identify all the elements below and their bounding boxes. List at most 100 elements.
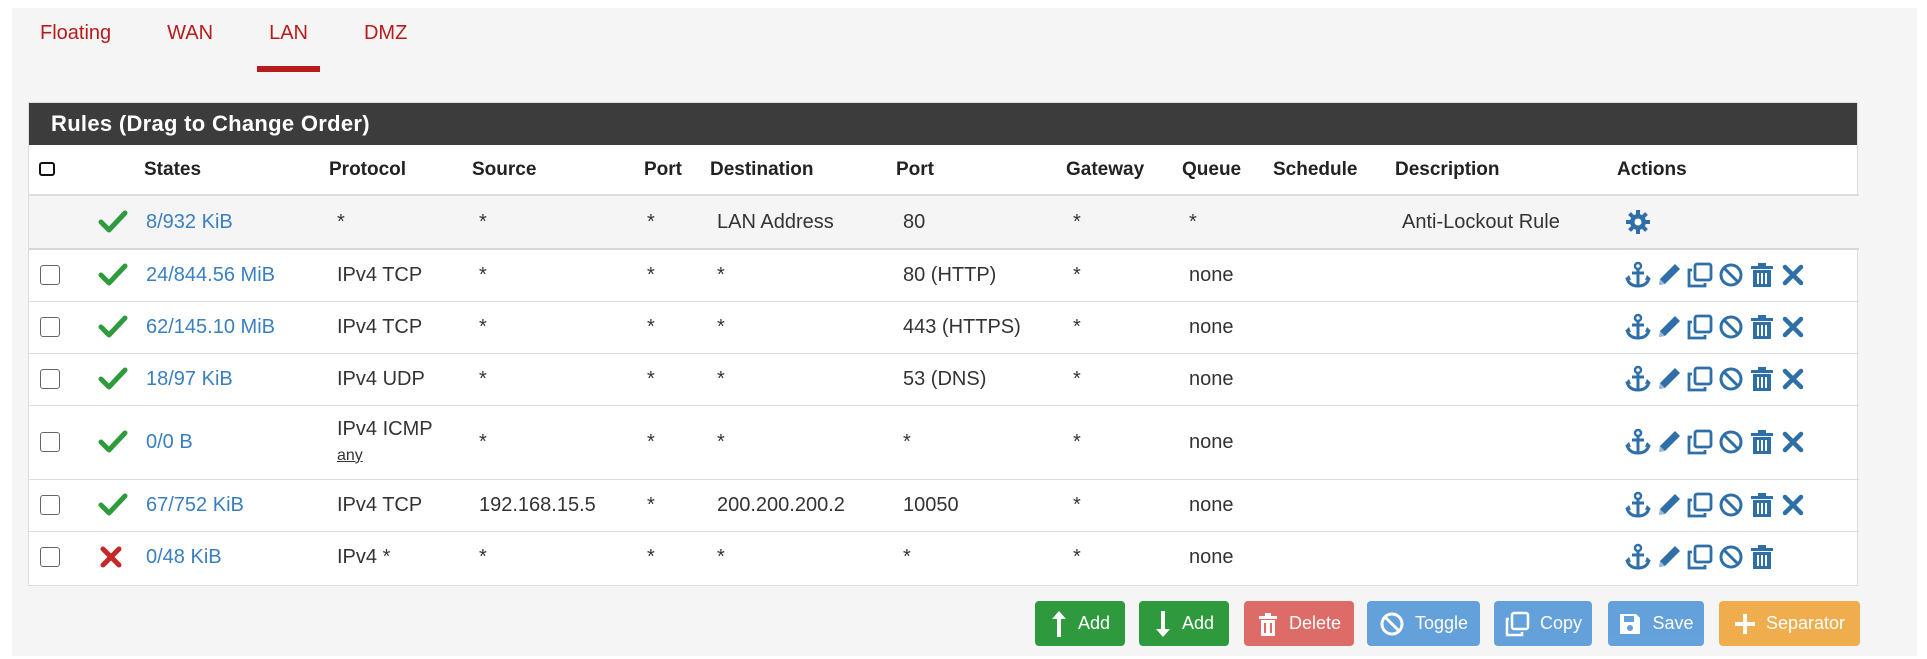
table-row[interactable]: 62/145.10 MiB IPv4 TCP * * * 443 (HTTPS) * none <box>29 300 1859 353</box>
table-row[interactable]: 0/0 B IPv4 ICMP any * * * * * none <box>29 404 1859 479</box>
destination-value: * <box>717 545 725 568</box>
table-row[interactable]: 18/97 KiB IPv4 UDP * * * 53 (DNS) * none <box>29 352 1859 405</box>
row-select-cell <box>29 248 87 301</box>
delete-button[interactable]: Delete <box>1244 601 1354 646</box>
trash-icon[interactable] <box>1748 543 1776 571</box>
select-all-checkbox[interactable] <box>39 162 55 177</box>
anchor-icon[interactable] <box>1624 313 1652 341</box>
port-value: * <box>647 430 655 453</box>
check-icon[interactable] <box>98 492 128 518</box>
ban-icon[interactable] <box>1717 543 1745 571</box>
times-icon[interactable] <box>1779 491 1807 519</box>
row-checkbox[interactable] <box>40 369 60 390</box>
table-row[interactable]: 0/48 KiB IPv4 * * * * * * none <box>29 530 1859 583</box>
dest-port-cell: 10050 <box>892 478 1062 531</box>
times-icon[interactable] <box>1779 313 1807 341</box>
check-icon[interactable] <box>98 429 128 455</box>
ban-icon[interactable] <box>1717 491 1745 519</box>
column-header-schedule: Schedule <box>1269 145 1391 196</box>
check-icon[interactable] <box>98 262 128 288</box>
ban-icon[interactable] <box>1717 313 1745 341</box>
save-button[interactable]: Save <box>1608 601 1704 646</box>
check-icon[interactable] <box>98 366 128 392</box>
anchor-icon[interactable] <box>1624 365 1652 393</box>
trash-icon[interactable] <box>1748 491 1776 519</box>
anchor-icon[interactable] <box>1624 543 1652 571</box>
copy-button[interactable]: Copy <box>1494 601 1592 646</box>
clone-icon[interactable] <box>1686 491 1714 519</box>
pencil-icon[interactable] <box>1655 428 1683 456</box>
trash-icon[interactable] <box>1748 313 1776 341</box>
queue-cell: * <box>1178 194 1269 250</box>
row-checkbox[interactable] <box>40 317 60 338</box>
check-icon[interactable] <box>98 314 128 340</box>
toggle-button[interactable]: Toggle <box>1367 601 1480 646</box>
pencil-icon[interactable] <box>1655 313 1683 341</box>
source-cell: 192.168.15.5 <box>468 478 640 531</box>
times-icon[interactable] <box>1779 261 1807 289</box>
row-checkbox[interactable] <box>40 495 60 516</box>
row-actions <box>1624 428 1859 456</box>
anchor-icon[interactable] <box>1624 261 1652 289</box>
tab-dmz[interactable]: DMZ <box>336 8 435 72</box>
table-row[interactable]: 67/752 KiB IPv4 TCP 192.168.15.5 * 200.200.2… <box>29 478 1859 531</box>
pencil-icon[interactable] <box>1655 365 1683 393</box>
trash-icon[interactable] <box>1748 365 1776 393</box>
port-cell: * <box>640 478 706 531</box>
row-select-cell <box>29 478 87 531</box>
ban-icon[interactable] <box>1717 261 1745 289</box>
add-top-button[interactable]: Add <box>1035 601 1125 646</box>
states-link[interactable]: 24/844.56 MiB <box>146 264 275 286</box>
schedule-cell <box>1269 404 1391 479</box>
row-checkbox[interactable] <box>40 547 60 568</box>
add-bottom-button[interactable]: Add <box>1139 601 1229 646</box>
tab-lan[interactable]: LAN <box>241 8 336 72</box>
row-checkbox[interactable] <box>40 432 60 453</box>
queue-cell: none <box>1178 530 1269 583</box>
plus-icon <box>1734 613 1755 634</box>
dest-port-value: 80 <box>903 210 926 233</box>
times-icon[interactable] <box>1779 365 1807 393</box>
row-select-cell <box>29 352 87 405</box>
row-checkbox[interactable] <box>40 265 60 286</box>
protocol-cell: * <box>326 194 468 250</box>
rule-status-cell <box>87 194 135 250</box>
table-row-anti-lockout[interactable]: 8/932 KiB * * * LAN Address 80 * * Anti-Lockout … <box>29 194 1859 250</box>
column-header-dest-port: Port <box>892 145 1062 196</box>
ban-icon[interactable] <box>1717 365 1745 393</box>
table-row[interactable]: 24/844.56 MiB IPv4 TCP * * * 80 (HTTP) * none <box>29 248 1859 301</box>
states-cell: 67/752 KiB <box>135 478 326 531</box>
tab-floating[interactable]: Floating <box>40 8 139 72</box>
actions-cell <box>1613 478 1859 531</box>
times-icon[interactable] <box>1779 428 1807 456</box>
clone-icon[interactable] <box>1686 543 1714 571</box>
anchor-icon[interactable] <box>1624 491 1652 519</box>
pencil-icon[interactable] <box>1655 261 1683 289</box>
clone-icon[interactable] <box>1686 313 1714 341</box>
gateway-value: * <box>1073 210 1081 233</box>
gear-icon[interactable] <box>1624 208 1652 236</box>
pencil-icon[interactable] <box>1655 491 1683 519</box>
states-link[interactable]: 0/0 B <box>146 431 193 453</box>
destination-cell: 200.200.200.2 <box>706 478 892 531</box>
states-link[interactable]: 67/752 KiB <box>146 494 244 516</box>
states-link[interactable]: 0/48 KiB <box>146 546 222 568</box>
separator-button[interactable]: Separator <box>1719 601 1860 646</box>
clone-icon[interactable] <box>1686 365 1714 393</box>
states-link[interactable]: 18/97 KiB <box>146 368 233 390</box>
column-header-gateway: Gateway <box>1062 145 1178 196</box>
states-link[interactable]: 8/932 KiB <box>146 211 233 233</box>
check-icon[interactable] <box>98 209 128 235</box>
states-link[interactable]: 62/145.10 MiB <box>146 316 275 338</box>
tab-wan[interactable]: WAN <box>139 8 241 72</box>
anchor-icon[interactable] <box>1624 428 1652 456</box>
trash-icon[interactable] <box>1748 261 1776 289</box>
actions-cell <box>1613 352 1859 405</box>
times-icon[interactable] <box>98 544 128 570</box>
pencil-icon[interactable] <box>1655 543 1683 571</box>
clone-icon[interactable] <box>1686 261 1714 289</box>
clone-icon[interactable] <box>1686 428 1714 456</box>
icmp-subtype-link[interactable]: any <box>337 447 468 465</box>
ban-icon[interactable] <box>1717 428 1745 456</box>
trash-icon[interactable] <box>1748 428 1776 456</box>
